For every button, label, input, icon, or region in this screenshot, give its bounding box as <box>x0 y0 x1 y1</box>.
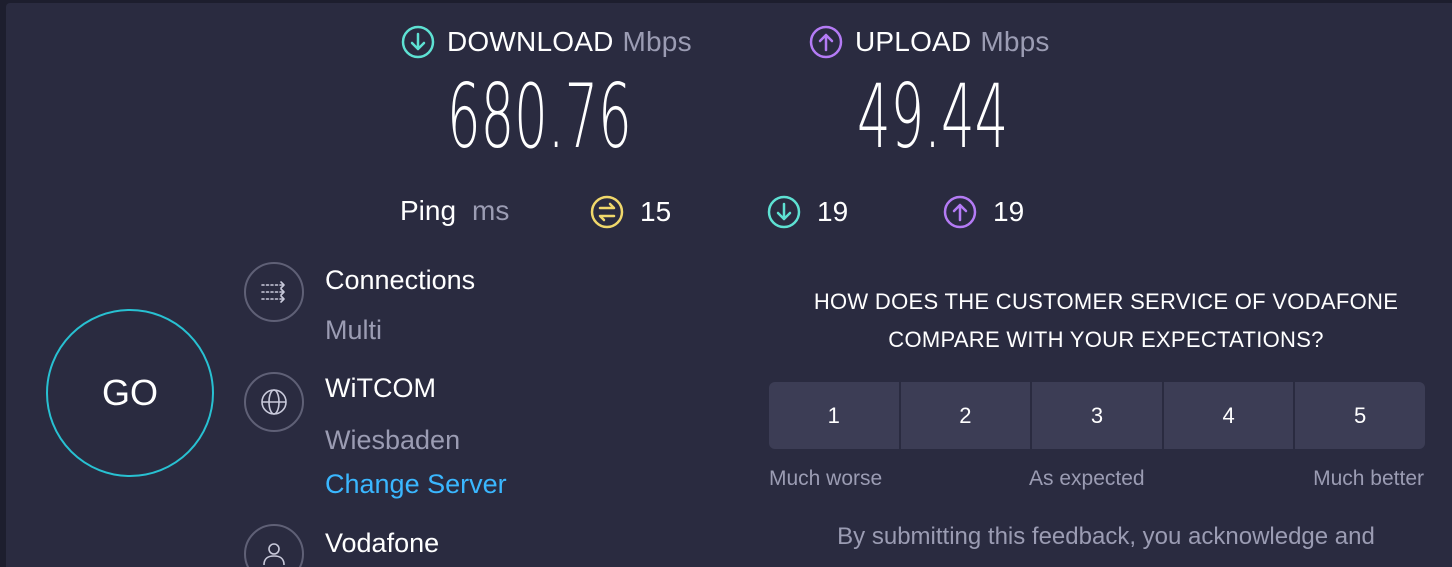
rating-button-2[interactable]: 2 <box>900 382 1031 449</box>
rating-button-4[interactable]: 4 <box>1163 382 1294 449</box>
user-icon[interactable] <box>244 524 304 567</box>
upload-unit: Mbps <box>980 26 1050 57</box>
rating-button-5[interactable]: 5 <box>1295 382 1425 449</box>
connections-icon[interactable] <box>244 262 304 322</box>
upload-label: UPLOAD <box>855 26 972 57</box>
ping-unit: ms <box>472 195 510 226</box>
upload-value: 49.44 <box>857 65 1009 168</box>
provider-title: Vodafone <box>325 528 440 558</box>
go-button[interactable]: GO <box>46 309 214 477</box>
ping-upload: 19 <box>943 195 1024 229</box>
ping-idle-value: 15 <box>640 196 672 227</box>
globe-icon[interactable] <box>244 372 304 432</box>
server-title: WiTCOM <box>325 373 436 403</box>
survey-question: HOW DOES THE CUSTOMER SERVICE OF VODAFON… <box>766 283 1446 359</box>
survey-question-line1: HOW DOES THE CUSTOMER SERVICE OF VODAFON… <box>813 289 1399 314</box>
ping-upload-value: 19 <box>993 196 1025 227</box>
ping-download-icon <box>767 195 801 229</box>
download-arrow-icon <box>401 25 435 59</box>
survey-question-line2: COMPARE WITH YOUR EXPECTATIONS? <box>888 327 1324 352</box>
ping-label: Ping <box>400 195 457 226</box>
connections-title: Connections <box>325 265 476 295</box>
upload-header: UPLOAD Mbps <box>809 25 1050 59</box>
feedback-disclaimer: By submitting this feedback, you acknowl… <box>837 523 1375 550</box>
ping-download: 19 <box>767 195 848 229</box>
rating-button-1[interactable]: 1 <box>769 382 899 449</box>
ping-idle: 15 <box>590 195 671 229</box>
scale-mid-label: As expected <box>1029 467 1145 490</box>
change-server-link[interactable]: Change Server <box>325 469 507 500</box>
ping-heading: Ping ms <box>400 195 509 227</box>
upload-arrow-icon <box>809 25 843 59</box>
speedtest-panel: DOWNLOAD Mbps 680.76 UPLOAD Mbps 49.44 Pin… <box>6 3 1452 567</box>
connections-value: Multi <box>325 315 383 345</box>
download-unit: Mbps <box>622 26 692 57</box>
ping-idle-icon <box>590 195 624 229</box>
ping-download-value: 19 <box>817 196 849 227</box>
download-header: DOWNLOAD Mbps <box>401 25 692 59</box>
server-location: Wiesbaden <box>325 425 461 455</box>
download-value: 680.76 <box>447 65 632 168</box>
scale-low-label: Much worse <box>769 467 883 490</box>
rating-scale: 1 2 3 4 5 <box>769 382 1425 449</box>
download-label: DOWNLOAD <box>447 26 614 57</box>
ping-upload-icon <box>943 195 977 229</box>
rating-button-3[interactable]: 3 <box>1032 382 1162 449</box>
scale-high-label: Much better <box>1313 467 1424 490</box>
